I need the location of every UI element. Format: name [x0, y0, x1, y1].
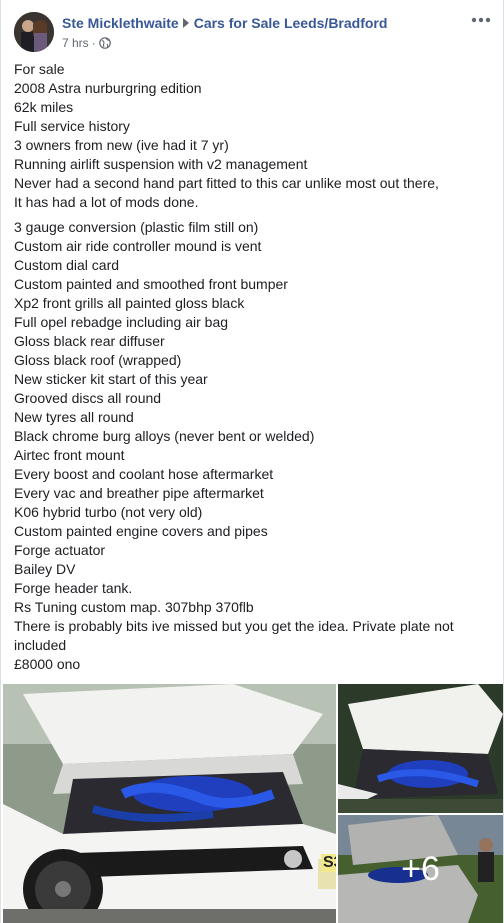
mod-line: Custom air ride controller mound is vent	[14, 238, 262, 254]
mod-line: 3 gauge conversion (plastic film still o…	[14, 219, 259, 235]
photo-grid: S3 +6	[1, 684, 504, 923]
message-line: 3 owners from new (ive had it 7 yr)	[14, 137, 229, 153]
mod-line: Grooved discs all round	[14, 390, 162, 406]
group-name-link[interactable]: Cars for Sale Leeds/Bradford	[194, 15, 388, 31]
mod-line: Every boost and coolant hose aftermarket	[14, 466, 274, 482]
mod-line: There is probably bits ive missed but yo…	[14, 618, 458, 653]
meta-separator: ·	[91, 36, 96, 50]
more-photos-overlay[interactable]: +6	[338, 815, 503, 923]
photo-main[interactable]: S3	[3, 684, 336, 923]
mod-line: Black chrome burg alloys (never bent or …	[14, 428, 315, 444]
mod-line: Forge actuator	[14, 542, 106, 558]
shared-to-arrow-icon	[182, 18, 189, 28]
mod-line: Every vac and breather pipe aftermarket	[14, 485, 264, 501]
post-message: For sale 2008 Astra nurburgring edition …	[14, 60, 494, 674]
avatar-photo	[14, 12, 54, 52]
mod-line: Custom dial card	[14, 257, 120, 273]
mod-line: New tyres all round	[14, 409, 134, 425]
price-line: £8000 ono	[14, 656, 81, 672]
mod-line: New sticker kit start of this year	[14, 371, 208, 387]
post-timestamp[interactable]: 7 hrs	[62, 36, 89, 50]
message-line: Never had a second hand part fitted to t…	[14, 175, 439, 191]
message-line: 62k miles	[14, 99, 74, 115]
message-line: Running airlift suspension with v2 manag…	[14, 156, 308, 172]
mod-line: Gloss black rear diffuser	[14, 333, 165, 349]
message-line: It has had a lot of mods done.	[14, 194, 199, 210]
author-name-link[interactable]: Ste Micklethwaite	[62, 15, 179, 31]
mod-line: Custom painted and smoothed front bumper	[14, 276, 288, 292]
post-card: Ste Micklethwaite Cars for Sale Leeds/Bra…	[0, 0, 504, 923]
mod-line: K06 hybrid turbo (not very old)	[14, 504, 203, 520]
mod-line: Airtec front mount	[14, 447, 125, 463]
message-line: 2008 Astra nurburgring edition	[14, 80, 202, 96]
mod-line: Gloss black roof (wrapped)	[14, 352, 182, 368]
photo-thumb-2[interactable]: +6	[338, 815, 503, 923]
photo-thumb-1[interactable]	[338, 684, 503, 813]
mod-line: Rs Tuning custom map. 307bhp 370flb	[14, 599, 254, 615]
message-line: For sale	[14, 61, 65, 77]
more-options-icon[interactable]	[469, 10, 493, 30]
mod-line: Bailey DV	[14, 561, 76, 577]
post-title-row: Ste Micklethwaite Cars for Sale Leeds/Bra…	[62, 15, 387, 31]
globe-icon[interactable]	[98, 37, 111, 52]
post-meta: 7 hrs ·	[62, 36, 111, 52]
mod-line: Custom painted engine covers and pipes	[14, 523, 268, 539]
mod-line: Full opel rebadge including air bag	[14, 314, 229, 330]
mod-line: Xp2 front grills all painted gloss black	[14, 295, 245, 311]
author-avatar[interactable]	[14, 12, 54, 52]
post-header: Ste Micklethwaite Cars for Sale Leeds/Bra…	[1, 0, 503, 58]
number-plate-fragment: S3	[321, 854, 336, 872]
mod-line: Forge header tank.	[14, 580, 133, 596]
message-line: Full service history	[14, 118, 130, 134]
